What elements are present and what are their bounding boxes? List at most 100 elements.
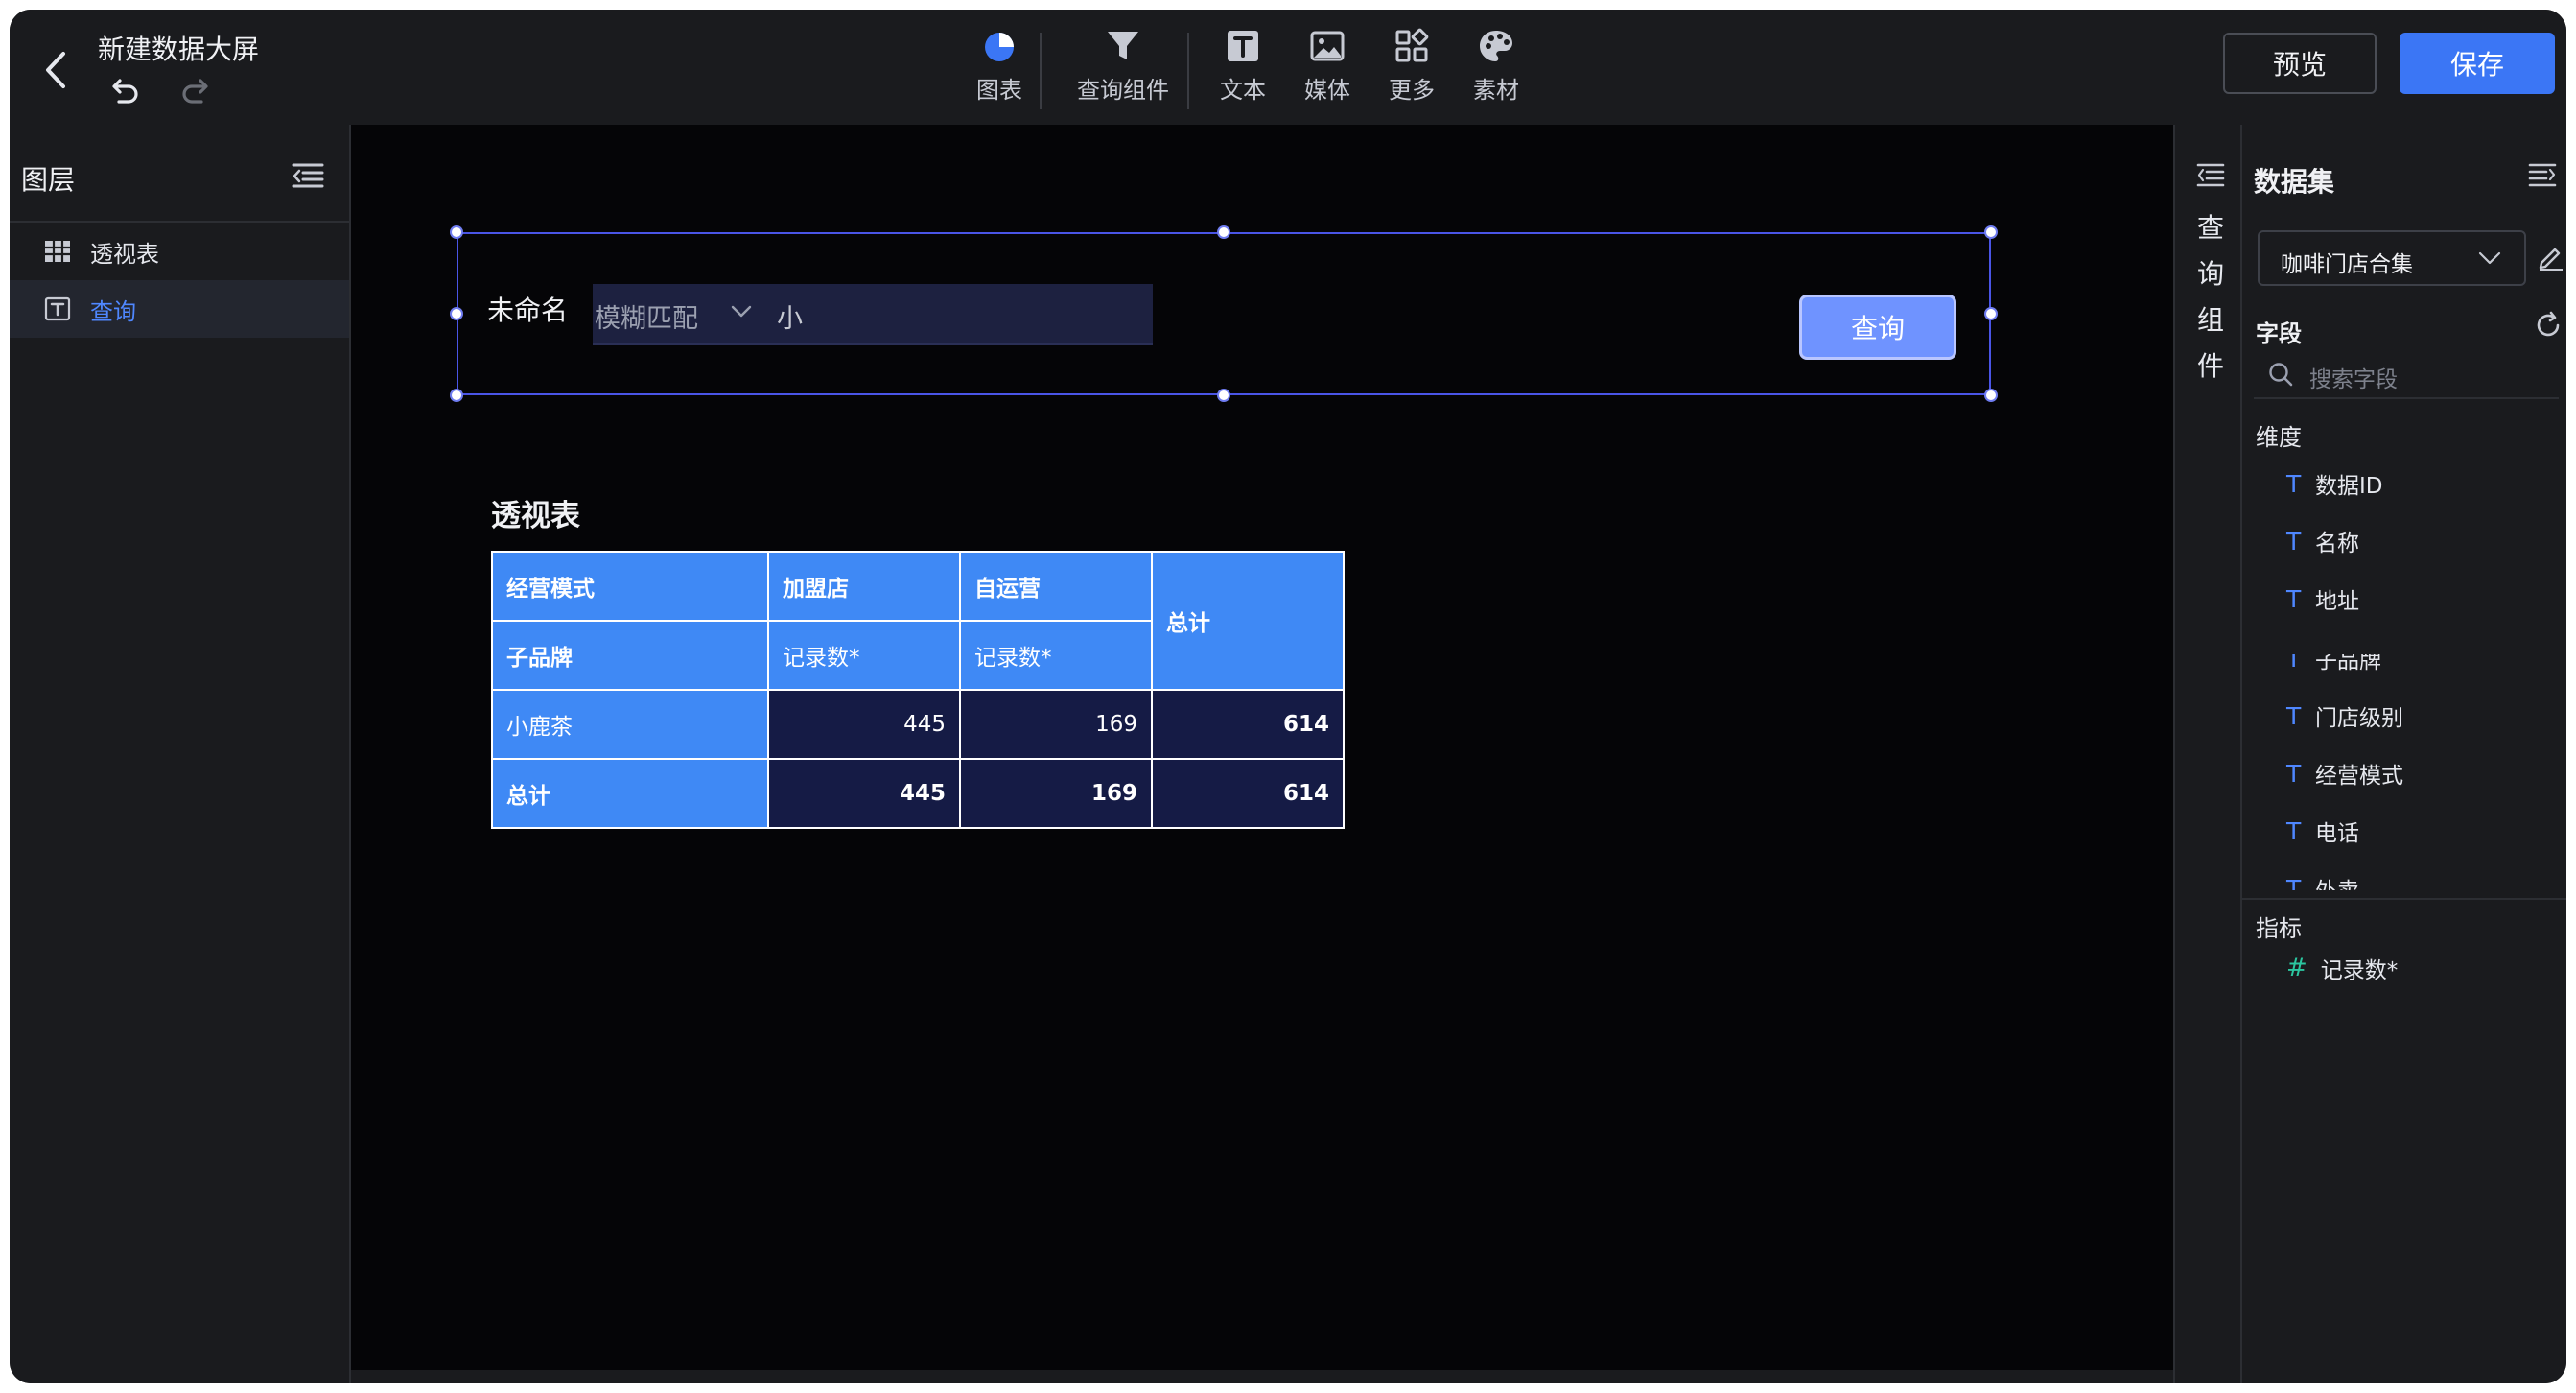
pie-chart-icon	[985, 33, 1014, 61]
collapse-menu-icon[interactable]	[292, 161, 324, 190]
dimension-list[interactable]: T 子品牌 T 门店级别 T 经营模式 T 电话 T 外卖	[2242, 654, 2566, 890]
header-cell: 经营模式	[491, 551, 769, 622]
dimension-field-label: 名称	[2315, 531, 2359, 556]
redo-icon[interactable]	[178, 73, 215, 109]
toolbar-query-label: 查询组件	[1077, 77, 1169, 104]
table-row: 经营模式 加盟店 自运营 总计	[491, 551, 1345, 691]
page-title: 新建数据大屏	[98, 34, 260, 65]
grid-more-icon	[1395, 28, 1429, 62]
tab-char: 查	[2196, 212, 2224, 244]
value-cell-total: 169	[959, 758, 1153, 829]
edit-icon[interactable]	[2536, 242, 2564, 271]
palette-icon	[1480, 31, 1512, 61]
dimension-field[interactable]: T 经营模式	[2286, 754, 2403, 792]
funnel-icon	[1108, 32, 1138, 59]
dimension-field[interactable]: T 子品牌	[2286, 654, 2381, 677]
header-cell: 子品牌	[491, 620, 769, 691]
resize-handle[interactable]	[450, 389, 463, 402]
canvas-area[interactable]: 未命名 模糊匹配 小 查询 透视表 经营模式 加盟店 自运营 总计 子品牌 记录…	[351, 125, 2173, 1383]
text-type-icon: T	[2286, 816, 2302, 845]
text-type-icon: T	[2286, 584, 2302, 613]
undo-icon[interactable]	[105, 73, 142, 109]
value-cell: 445	[767, 689, 961, 760]
toolbar-assets-label: 素材	[1473, 77, 1519, 104]
toolbar-media[interactable]: 媒体	[1299, 27, 1356, 115]
layer-item-query[interactable]: 查询	[10, 280, 349, 338]
toolbar-more-label: 更多	[1389, 77, 1435, 104]
collapse-menu-icon[interactable]	[2196, 161, 2225, 190]
query-component-tab[interactable]: 查 询 组 件	[2173, 125, 2242, 1383]
toolbar-query[interactable]: 查询组件	[1068, 27, 1178, 115]
header-cell: 记录数*	[959, 620, 1153, 691]
resize-handle[interactable]	[1984, 307, 1998, 320]
text-type-icon: T	[2286, 874, 2302, 891]
value-cell-total: 614	[1151, 689, 1345, 760]
text-type-icon: T	[2286, 759, 2302, 788]
tab-char: 组	[2196, 304, 2224, 336]
canvas-scrollbar[interactable]	[351, 1370, 2173, 1383]
resize-handle[interactable]	[450, 307, 463, 320]
dimension-field[interactable]: T 数据ID	[2286, 464, 2383, 503]
resize-handle[interactable]	[450, 225, 463, 239]
dimension-field[interactable]: T 外卖	[2286, 869, 2359, 891]
resize-handle[interactable]	[1984, 389, 1998, 402]
pivot-table[interactable]: 经营模式 加盟店 自运营 总计 子品牌 记录数* 记录数* 小鹿茶 445 16…	[491, 551, 1345, 829]
query-field-label: 未命名	[487, 295, 569, 326]
chevron-down-icon	[2478, 251, 2501, 265]
dimension-list[interactable]: T 数据ID T 名称 T 地址	[2242, 447, 2566, 654]
metrics-title: 指标	[2256, 915, 2302, 942]
save-button[interactable]: 保存	[2400, 33, 2555, 94]
toolbar-assets[interactable]: 素材	[1467, 27, 1525, 115]
refresh-icon[interactable]	[2534, 311, 2563, 340]
toolbar-more[interactable]: 更多	[1383, 27, 1440, 115]
collapse-menu-icon[interactable]	[2528, 161, 2557, 188]
dimension-field-label: 电话	[2315, 821, 2359, 846]
dimension-field-label: 经营模式	[2315, 764, 2403, 789]
toolbar-chart[interactable]: 图表	[969, 27, 1030, 115]
dataset-title: 数据集	[2254, 166, 2335, 198]
text-type-icon: T	[2286, 527, 2302, 555]
back-arrow-icon[interactable]	[38, 46, 73, 94]
field-search-input[interactable]: 搜索字段	[2254, 351, 2559, 399]
fields-title: 字段	[2256, 320, 2302, 347]
layers-panel: 图层 透视表 查询	[10, 125, 351, 1383]
chevron-down-icon[interactable]	[731, 305, 752, 319]
header-cell: 加盟店	[767, 551, 961, 622]
metric-field[interactable]: # 记录数*	[2286, 952, 2398, 984]
dimension-field-label: 地址	[2315, 589, 2359, 614]
toolbar-text[interactable]: 文本	[1214, 27, 1272, 115]
divider	[2242, 898, 2566, 900]
value-cell: 169	[959, 689, 1153, 760]
dimension-field-label: 外卖	[2315, 872, 2359, 890]
resize-handle[interactable]	[1217, 225, 1230, 239]
dataset-panel: 数据集 咖啡门店合集 字段 搜索字段 维度 T 数据ID T 名称 T 地址 T…	[2242, 125, 2566, 1383]
text-type-icon: T	[2286, 654, 2302, 673]
dimension-field-label: 门店级别	[2315, 706, 2403, 731]
dimension-field[interactable]: T 地址	[2286, 579, 2359, 618]
search-placeholder: 搜索字段	[2309, 367, 2398, 392]
app-window: 新建数据大屏 图表 查询组件 文本 媒体 更多 素材 预览 保存 图层 透视表 …	[10, 10, 2566, 1383]
image-icon	[1310, 31, 1345, 61]
resize-handle[interactable]	[1984, 225, 1998, 239]
resize-handle[interactable]	[1217, 389, 1230, 402]
preview-button[interactable]: 预览	[2223, 33, 2377, 94]
text-type-icon: T	[2286, 469, 2302, 498]
search-icon	[2269, 363, 2293, 387]
text-box-icon	[44, 296, 71, 321]
layer-item-pivot[interactable]: 透视表	[10, 223, 349, 280]
query-value[interactable]: 小	[777, 297, 803, 335]
dimension-field[interactable]: T 门店级别	[2286, 696, 2403, 735]
table-icon	[45, 241, 70, 262]
query-button[interactable]: 查询	[1799, 295, 1956, 360]
header-cell: 记录数*	[767, 620, 961, 691]
dimension-field[interactable]: T 电话	[2286, 812, 2359, 850]
dataset-select[interactable]: 咖啡门店合集	[2258, 230, 2526, 286]
header-cell: 自运营	[959, 551, 1153, 622]
header-cell-total: 总计	[1151, 551, 1345, 691]
toolbar-text-label: 文本	[1220, 77, 1266, 104]
dimension-field-label: 数据ID	[2315, 474, 2383, 499]
query-filter-input[interactable]: 模糊匹配 小	[593, 284, 1153, 345]
dimension-field[interactable]: T 名称	[2286, 522, 2359, 560]
match-mode-select[interactable]: 模糊匹配	[595, 297, 698, 335]
table-row: 总计 445 169 614	[491, 758, 1345, 829]
